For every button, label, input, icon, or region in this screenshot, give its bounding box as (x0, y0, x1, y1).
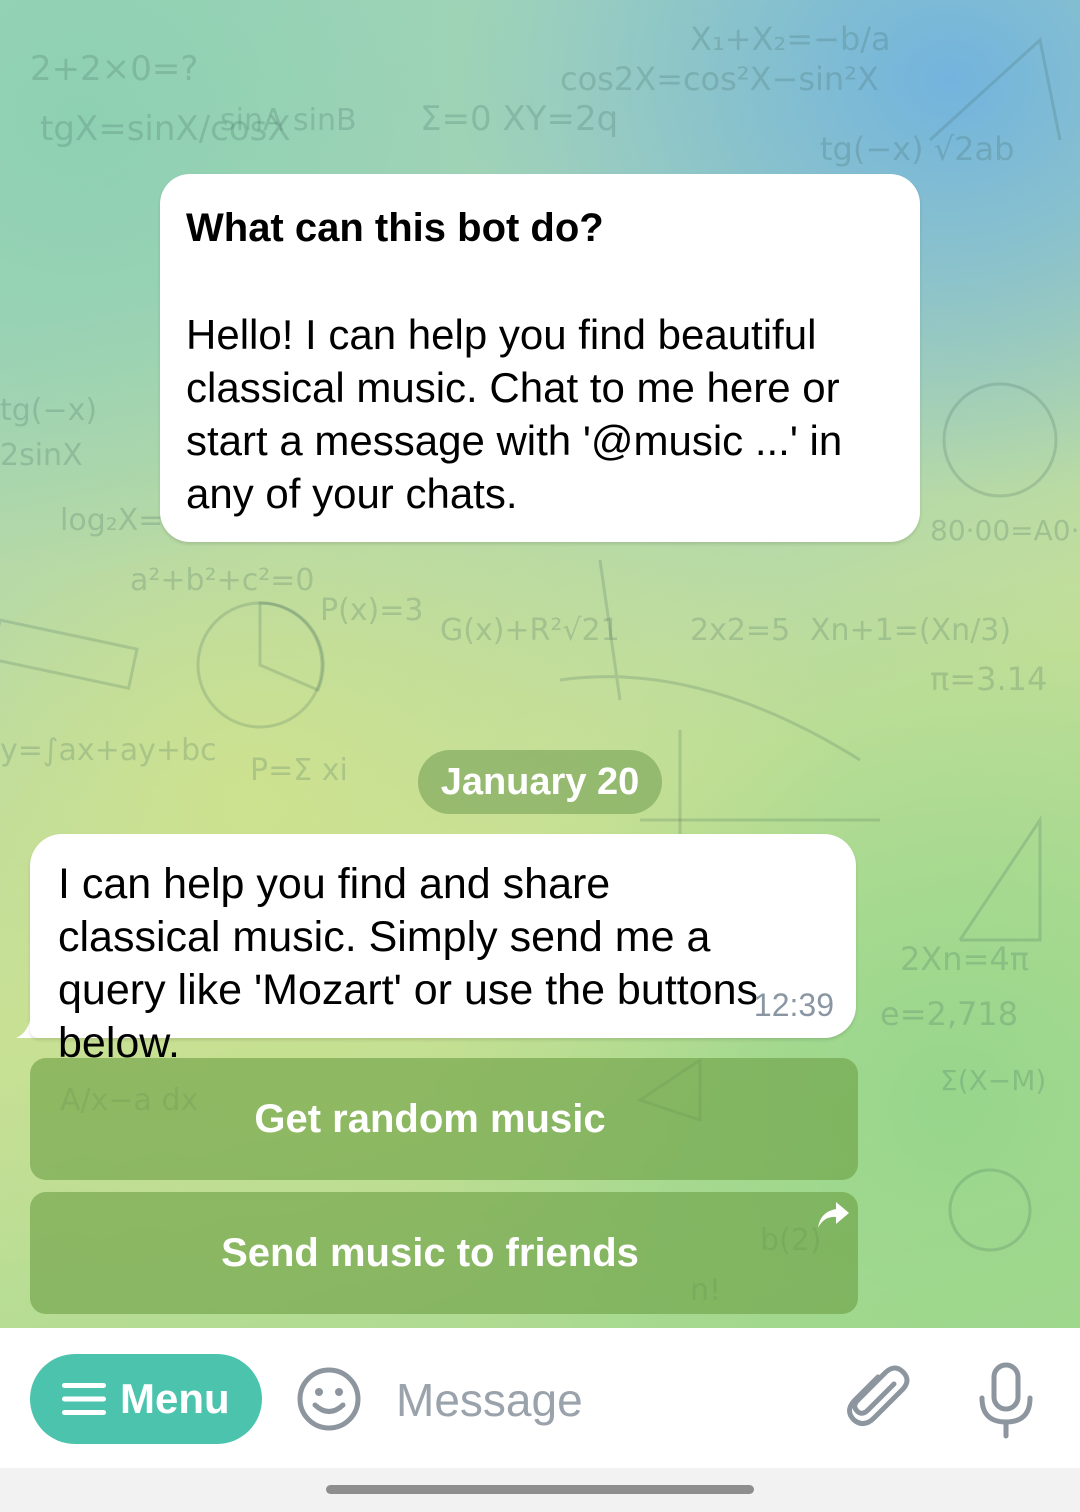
send-music-to-friends-label: Send music to friends (221, 1230, 639, 1275)
svg-text:2sinX: 2sinX (0, 438, 83, 473)
svg-text:a²+b²+c²=0: a²+b²+c²=0 (130, 563, 315, 598)
system-navigation-bar (0, 1468, 1080, 1512)
send-music-to-friends-button[interactable]: Send music to friends (30, 1192, 858, 1314)
microphone-icon[interactable] (974, 1362, 1038, 1440)
svg-text:G(x)+R²√21: G(x)+R²√21 (440, 613, 620, 648)
share-arrow-icon (818, 1202, 849, 1228)
svg-text:log₂X=: log₂X= (60, 503, 163, 538)
get-random-music-label: Get random music (254, 1096, 606, 1141)
menu-button-label: Menu (120, 1375, 230, 1422)
svg-text:Σ(X−M): Σ(X−M) (940, 1064, 1046, 1097)
date-separator: January 20 (418, 750, 662, 814)
svg-text:2Xn=4π: 2Xn=4π (900, 940, 1029, 978)
svg-text:2x2=5: 2x2=5 (690, 613, 790, 648)
message-timestamp: 12:39 (753, 987, 834, 1023)
svg-text:X₁+X₂=−b/a: X₁+X₂=−b/a (690, 20, 891, 58)
svg-text:tg(−x) √2ab: tg(−x) √2ab (820, 130, 1014, 168)
svg-text:y=∫ax+ay+bc: y=∫ax+ay+bc (0, 733, 217, 768)
svg-text:tg(−x): tg(−x) (0, 393, 97, 428)
gesture-handle[interactable] (326, 1485, 754, 1494)
svg-text:π=3.14: π=3.14 (930, 660, 1047, 698)
message-text: I can help you find and share classical … (58, 860, 758, 1067)
bot-info-description: Hello! I can help you find beautiful cla… (186, 311, 843, 517)
menu-button[interactable]: Menu (30, 1354, 262, 1444)
svg-text:Xn+1=(Xn/3): Xn+1=(Xn/3) (810, 613, 1011, 648)
svg-text:sinA sinB: sinA sinB (220, 103, 357, 138)
svg-text:e=2,718: e=2,718 (880, 995, 1018, 1033)
svg-text:cos2X=cos²X−sin²X: cos2X=cos²X−sin²X (560, 60, 879, 98)
incoming-message-bubble[interactable]: I can help you find and share classical … (30, 834, 856, 1067)
svg-text:P(x)=3: P(x)=3 (320, 593, 423, 628)
bot-info-title: What can this bot do? (186, 206, 604, 250)
svg-text:Σ=0 XY=2q: Σ=0 XY=2q (420, 99, 618, 139)
svg-text:80·00=A0·0: 80·00=A0·0 (930, 514, 1080, 547)
hamburger-icon (62, 1383, 106, 1415)
attach-icon[interactable] (842, 1362, 914, 1434)
message-input-bar: Menu (0, 1328, 1080, 1468)
svg-text:P=Σ xi: P=Σ xi (250, 753, 348, 788)
message-input[interactable] (396, 1364, 816, 1436)
emoji-icon[interactable] (296, 1366, 362, 1432)
svg-text:2+2×0=?: 2+2×0=? (30, 49, 198, 89)
get-random-music-button[interactable]: Get random music (30, 1058, 858, 1180)
bot-info-card: What can this bot do? Hello! I can help … (160, 174, 920, 542)
